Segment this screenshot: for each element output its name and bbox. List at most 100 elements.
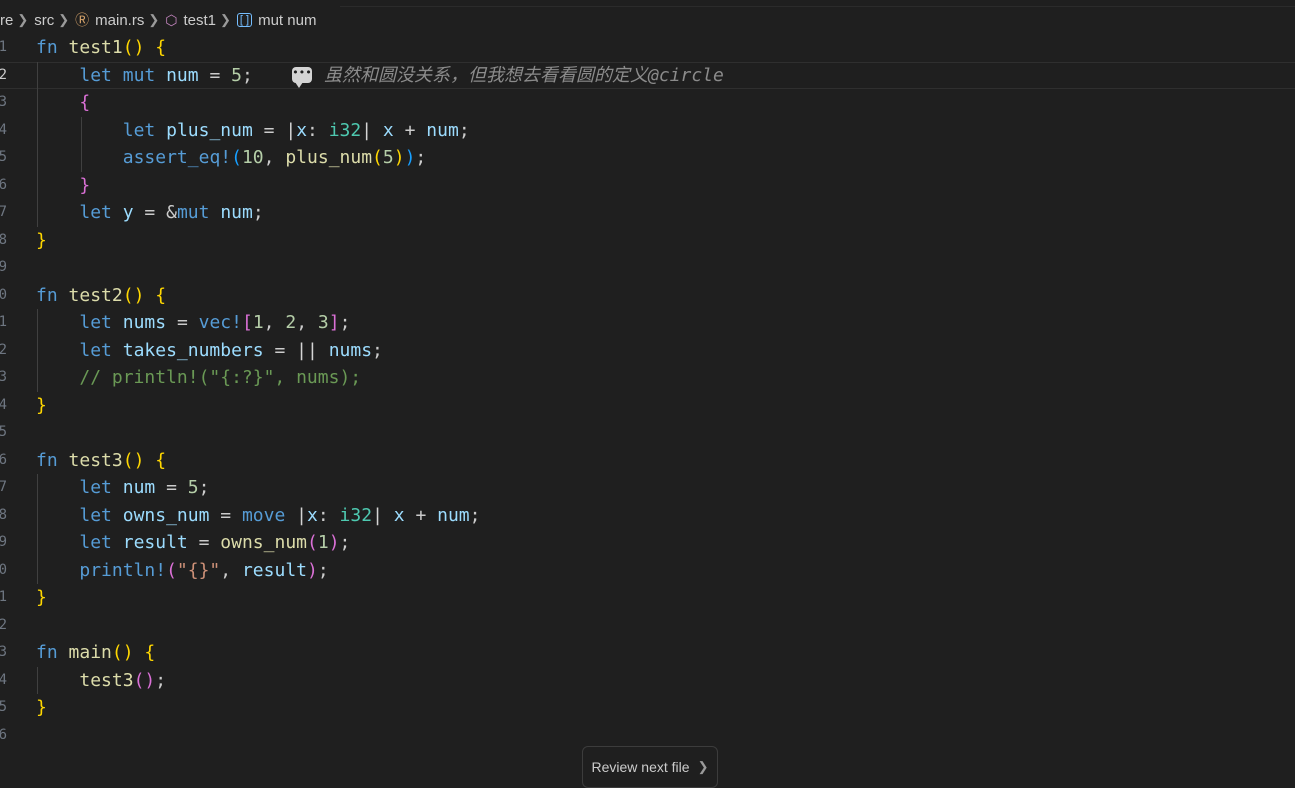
- code-line[interactable]: 2: [0, 612, 1295, 640]
- line-number: 9: [0, 259, 7, 275]
- code-line[interactable]: 4 test3();: [0, 667, 1295, 695]
- code-line[interactable]: 2 let takes_numbers = || nums;: [0, 337, 1295, 365]
- code-line[interactable]: 4 let plus_num = |x: i32| x + num;: [0, 117, 1295, 145]
- code-text: let y = &mut num;: [79, 202, 264, 223]
- code-text: fn main() {: [36, 642, 156, 663]
- code-line[interactable]: 6 fn test3() {: [0, 447, 1295, 475]
- code-text: }: [36, 697, 47, 718]
- line-number: 1: [0, 39, 7, 55]
- code-text: {: [79, 92, 91, 113]
- chevron-right-icon: ❯: [58, 12, 70, 27]
- chevron-right-icon: ❯: [220, 12, 231, 27]
- code-line[interactable]: 4}: [0, 392, 1295, 420]
- line-number: 4: [0, 121, 7, 138]
- code-line[interactable]: 9: [0, 254, 1295, 282]
- line-number: 2: [0, 616, 7, 633]
- code-text: }: [36, 229, 47, 251]
- code-line[interactable]: 0 println!("{}", result);: [0, 557, 1295, 585]
- code-line[interactable]: 6: [0, 722, 1295, 750]
- code-text: let owns_num = move |x: i32| x + num;: [79, 504, 481, 526]
- code-line[interactable]: 3 fn main() {: [0, 639, 1295, 667]
- code-line[interactable]: 7 let num = 5;: [0, 474, 1295, 502]
- code-text: println!("{}", result);: [79, 559, 329, 581]
- line-number: 8: [0, 506, 7, 523]
- chevron-right-icon: ❯: [148, 12, 160, 27]
- line-number: 4: [0, 396, 7, 413]
- line-number: 1: [0, 589, 7, 605]
- code-line[interactable]: 8}: [0, 227, 1295, 255]
- line-number: 0: [0, 561, 7, 578]
- breadcrumb-variable-label: mut num: [258, 11, 317, 29]
- code-line[interactable]: 1}: [0, 584, 1295, 612]
- variable-icon: [ ]: [236, 13, 253, 27]
- comment-icon: •••: [292, 67, 312, 89]
- code-text: let result = owns_num(1);: [79, 532, 351, 553]
- line-number: 3: [0, 94, 7, 110]
- chevron-right-icon: ❯: [697, 759, 709, 774]
- code-line[interactable]: 5: [0, 419, 1295, 447]
- rust-file-icon: Ⓡ: [75, 12, 90, 28]
- code-line[interactable]: 8 let owns_num = move |x: i32| x + num;: [0, 502, 1295, 530]
- breadcrumb-function-label: test1: [183, 11, 217, 29]
- line-number: 0: [0, 286, 7, 303]
- breadcrumb-item-variable[interactable]: [ ] mut num: [236, 11, 317, 29]
- line-number: 7: [0, 479, 7, 495]
- line-number: 2: [0, 341, 7, 358]
- code-line[interactable]: 9 let result = owns_num(1);: [0, 529, 1295, 557]
- indent-guide: [37, 61, 38, 227]
- breadcrumb-item-function[interactable]: ⬡ test1: [165, 12, 216, 29]
- breadcrumb-item-file[interactable]: Ⓡ main.rs: [75, 10, 144, 30]
- code-line[interactable]: 0 fn test2() {: [0, 282, 1295, 310]
- inline-review-comment-text: 虽然和圆没关系，但我想去看看圆的定义@circle: [324, 64, 724, 86]
- code-text: let num = 5;: [79, 477, 210, 498]
- code-line[interactable]: 5 assert_eq!(10, plus_num(5));: [0, 144, 1295, 172]
- code-text: let plus_num = |x: i32| x + num;: [122, 119, 470, 141]
- code-line-active[interactable]: 2 let mut num = 5; ••• 虽然和圆没关系，但我想去看看圆的定义@…: [0, 61, 1295, 89]
- breadcrumb-item-root[interactable]: re: [0, 12, 13, 29]
- inline-review-comment[interactable]: ••• 虽然和圆没关系，但我想去看看圆的定义@circle: [292, 63, 724, 89]
- line-number: 3: [0, 644, 7, 660]
- code-text: }: [79, 174, 91, 196]
- code-text: }: [36, 394, 47, 416]
- line-number: 6: [0, 176, 7, 193]
- code-text: fn test3() {: [36, 449, 167, 471]
- line-number: 9: [0, 534, 7, 550]
- code-text: assert_eq!(10, plus_num(5));: [122, 147, 427, 168]
- code-line[interactable]: 1 fn test1() {: [0, 34, 1295, 62]
- code-text: let takes_numbers = || nums;: [79, 339, 383, 361]
- indent-guide: [81, 116, 82, 172]
- code-text: fn test2() {: [36, 284, 167, 306]
- code-text: // println!("{:?}", nums);: [79, 367, 362, 388]
- line-number: 2: [0, 66, 7, 83]
- code-text: let mut num = 5;: [79, 64, 253, 86]
- indent-guide: [37, 309, 38, 392]
- line-number: 3: [0, 369, 7, 385]
- indent-guide: [37, 666, 38, 694]
- line-number: 8: [0, 231, 7, 248]
- code-line[interactable]: 1 let nums = vec![1, 2, 3];: [0, 309, 1295, 337]
- code-text: let nums = vec![1, 2, 3];: [79, 312, 351, 333]
- line-number: 5: [0, 149, 7, 165]
- code-line[interactable]: 5}: [0, 694, 1295, 722]
- review-next-file-button[interactable]: Review next file ❯: [582, 746, 718, 788]
- line-number: 6: [0, 726, 7, 743]
- code-text: test3();: [79, 669, 167, 691]
- code-line[interactable]: 6 }: [0, 172, 1295, 200]
- line-number: 5: [0, 424, 7, 440]
- line-number: 7: [0, 204, 7, 220]
- indent-guide: [37, 474, 38, 584]
- code-line[interactable]: 3 {: [0, 89, 1295, 117]
- code-text: fn test1() {: [36, 37, 167, 58]
- code-line[interactable]: 7 let y = &mut num;: [0, 199, 1295, 227]
- code-line[interactable]: 3 // println!("{:?}", nums);: [0, 364, 1295, 392]
- line-number: 5: [0, 699, 7, 715]
- line-number: 1: [0, 314, 7, 330]
- line-number: 6: [0, 451, 7, 468]
- module-icon: ⬡: [165, 11, 178, 28]
- breadcrumb-file-label: main.rs: [95, 11, 145, 29]
- chevron-right-icon: ❯: [17, 12, 29, 27]
- breadcrumb-item-src[interactable]: src: [34, 12, 54, 29]
- code-editor[interactable]: 1 fn test1() { 2 let mut num = 5; ••• 虽然和圆没关…: [0, 34, 1295, 754]
- code-text: }: [36, 587, 47, 608]
- review-next-file-label: Review next file: [591, 759, 690, 775]
